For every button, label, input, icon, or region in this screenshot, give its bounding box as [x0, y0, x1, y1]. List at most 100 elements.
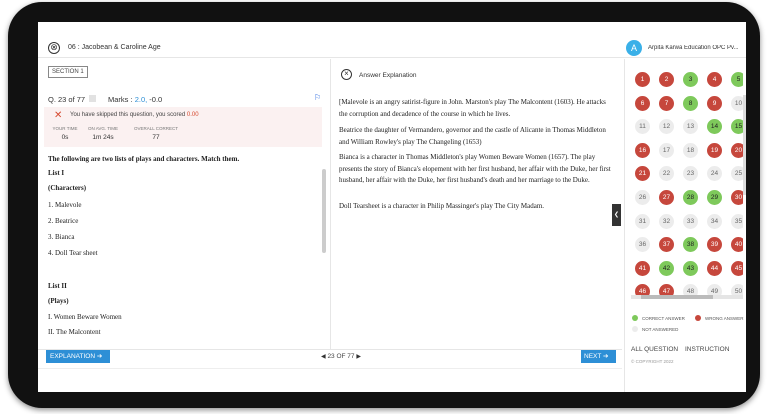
question-palette-item[interactable]: 7 [659, 95, 674, 111]
collapse-panel-button[interactable]: ❮ [612, 204, 621, 226]
question-palette-item[interactable]: 3 [683, 72, 698, 87]
prev-page-icon[interactable]: ◀ [321, 354, 326, 360]
stat-overall-correct: OVERALL CORRECT 77 [133, 126, 179, 141]
question-palette-item[interactable]: 14 [707, 119, 722, 135]
question-palette-item[interactable]: 42 [659, 260, 674, 276]
top-bar: ⊗ 06 : Jacobean & Caroline Age A Arpita … [38, 22, 746, 58]
question-palette-item[interactable]: 23 [683, 166, 698, 182]
next-button[interactable]: NEXT ➔ [581, 350, 616, 363]
question-line: 4. Doll Tear sheet [48, 249, 98, 257]
question-palette-item[interactable]: 35 [731, 213, 743, 229]
palette-vscroll[interactable] [743, 95, 746, 195]
skipped-notice: ✕ You have skipped this question, you sc… [44, 107, 322, 147]
question-line: (Plays) [48, 297, 69, 305]
question-palette-item[interactable]: 43 [683, 260, 698, 276]
correct-legend-dot [632, 315, 638, 321]
question-palette-item[interactable]: 47 [659, 284, 674, 295]
question-palette-item[interactable]: 17 [659, 142, 674, 158]
question-palette-item[interactable]: 29 [707, 190, 722, 205]
question-palette-item[interactable]: 13 [683, 119, 698, 135]
question-palette-item[interactable]: 40 [731, 237, 743, 253]
explanation-panel: × Answer Explanation [Malevole is an ang… [330, 59, 622, 349]
question-palette-item[interactable]: 34 [707, 213, 722, 229]
question-palette-item[interactable]: 38 [683, 237, 698, 253]
question-palette-item[interactable]: 39 [707, 237, 722, 253]
marks-label: Marks : [108, 95, 133, 104]
question-palette-item[interactable]: 33 [683, 213, 698, 229]
question-panel: SECTION 1 Q. 23 of 77 Marks : 2.0, -0.0 … [38, 59, 328, 349]
palette-hscroll-thumb[interactable] [641, 295, 713, 299]
score-value: 0.00 [186, 112, 199, 118]
question-palette-item[interactable]: 12 [659, 119, 674, 135]
question-palette-item[interactable]: 30 [731, 190, 743, 205]
question-palette-item[interactable]: 31 [635, 213, 650, 229]
org-avatar[interactable]: A [626, 40, 642, 56]
close-icon[interactable]: ⊗ [48, 42, 60, 54]
palette-grid: 1 2 3 4 5 6 7 8 9 10 11 12 13 14 15 16 17 18 19 20 21 22 23 24 2… [625, 59, 743, 295]
question-palette-item[interactable]: 48 [683, 284, 698, 295]
question-palette-item[interactable]: 46 [635, 284, 650, 295]
question-palette-item[interactable]: 27 [659, 190, 674, 205]
question-line: List I [48, 169, 65, 177]
skip-message: You have skipped this question, you scor… [70, 112, 199, 118]
question-palette-item[interactable]: 5 [731, 72, 743, 87]
question-palette-item[interactable]: 44 [707, 260, 722, 276]
section-tab[interactable]: SECTION 1 [48, 66, 88, 78]
question-line: (Characters) [48, 184, 87, 192]
question-palette-item[interactable]: 1 [635, 72, 650, 87]
question-scrollbar[interactable] [322, 169, 326, 253]
app-screen: ⊗ 06 : Jacobean & Caroline Age A Arpita … [38, 22, 746, 392]
question-line: 3. Bianca [48, 233, 75, 241]
question-number: Q. 23 of 77 [48, 95, 86, 104]
legend-not-answered: NOT ANSWERED [642, 327, 679, 332]
not-answered-legend-dot [632, 326, 638, 332]
next-page-icon[interactable]: ▶ [356, 354, 361, 360]
flag-icon[interactable]: ⚐ [314, 93, 321, 102]
question-palette-item[interactable]: 11 [635, 119, 650, 135]
question-palette-item[interactable]: 25 [731, 166, 743, 182]
question-palette-item[interactable]: 41 [635, 260, 650, 276]
question-palette-item[interactable]: 6 [635, 95, 650, 111]
arrow-right-icon: ➔ [96, 353, 103, 360]
question-palette-item[interactable]: 16 [635, 142, 650, 158]
pagination: ◀ 23 OF 77 ▶ [321, 353, 361, 360]
question-line: 2. Beatrice [48, 217, 79, 225]
org-name: Arpita Karwa Education OPC Pv... [648, 45, 739, 51]
legend-correct: CORRECT ANSWER [642, 316, 685, 321]
question-palette-item[interactable]: 10 [731, 95, 743, 111]
instructions-link[interactable]: INSTRUCTION [685, 346, 729, 353]
close-explanation-icon[interactable]: × [341, 69, 352, 80]
all-questions-link[interactable]: ALL QUESTION [631, 346, 678, 353]
footer-bar: EXPLANATION ➔ ◀ 23 OF 77 ▶ NEXT ➔ [38, 349, 622, 392]
question-palette-item[interactable]: 4 [707, 72, 722, 87]
explanation-button[interactable]: EXPLANATION ➔ [46, 350, 110, 363]
question-palette-item[interactable]: 2 [659, 72, 674, 87]
question-palette-item[interactable]: 32 [659, 213, 674, 229]
question-palette-item[interactable]: 22 [659, 166, 674, 182]
question-palette-item[interactable]: 9 [707, 95, 722, 111]
explanation-paragraph: Beatrice the daughter of Vermandero, gov… [339, 126, 606, 146]
question-palette-item[interactable]: 50 [731, 284, 743, 295]
question-palette-item[interactable]: 37 [659, 237, 674, 253]
bookmark-icon[interactable] [89, 95, 96, 102]
question-palette-item[interactable]: 26 [635, 190, 650, 205]
question-palette-item[interactable]: 15 [731, 119, 743, 135]
palette-hscroll[interactable] [631, 295, 743, 299]
stat-avg-time: ON AVG. TIME 1m 24s [87, 126, 119, 141]
marks-info: Marks : 2.0, -0.0 [108, 95, 162, 104]
question-palette-item[interactable]: 36 [635, 237, 650, 253]
question-palette-item[interactable]: 19 [707, 142, 722, 158]
question-palette-item[interactable]: 28 [683, 190, 698, 205]
marks-negative: -0.0 [149, 95, 163, 104]
question-palette-item[interactable]: 21 [635, 166, 650, 182]
question-palette-item[interactable]: 24 [707, 166, 722, 182]
question-palette-item[interactable]: 45 [731, 260, 743, 276]
question-palette-item[interactable]: 8 [683, 95, 698, 111]
question-palette-item[interactable]: 49 [707, 284, 722, 295]
wrong-legend-dot [695, 315, 701, 321]
question-palette-item[interactable]: 18 [683, 142, 698, 158]
marks-positive: 2.0, [134, 95, 148, 104]
question-line: 1. Malevole [48, 201, 82, 209]
tablet-frame: ⊗ 06 : Jacobean & Caroline Age A Arpita … [8, 2, 760, 408]
question-palette-item[interactable]: 20 [731, 142, 743, 158]
